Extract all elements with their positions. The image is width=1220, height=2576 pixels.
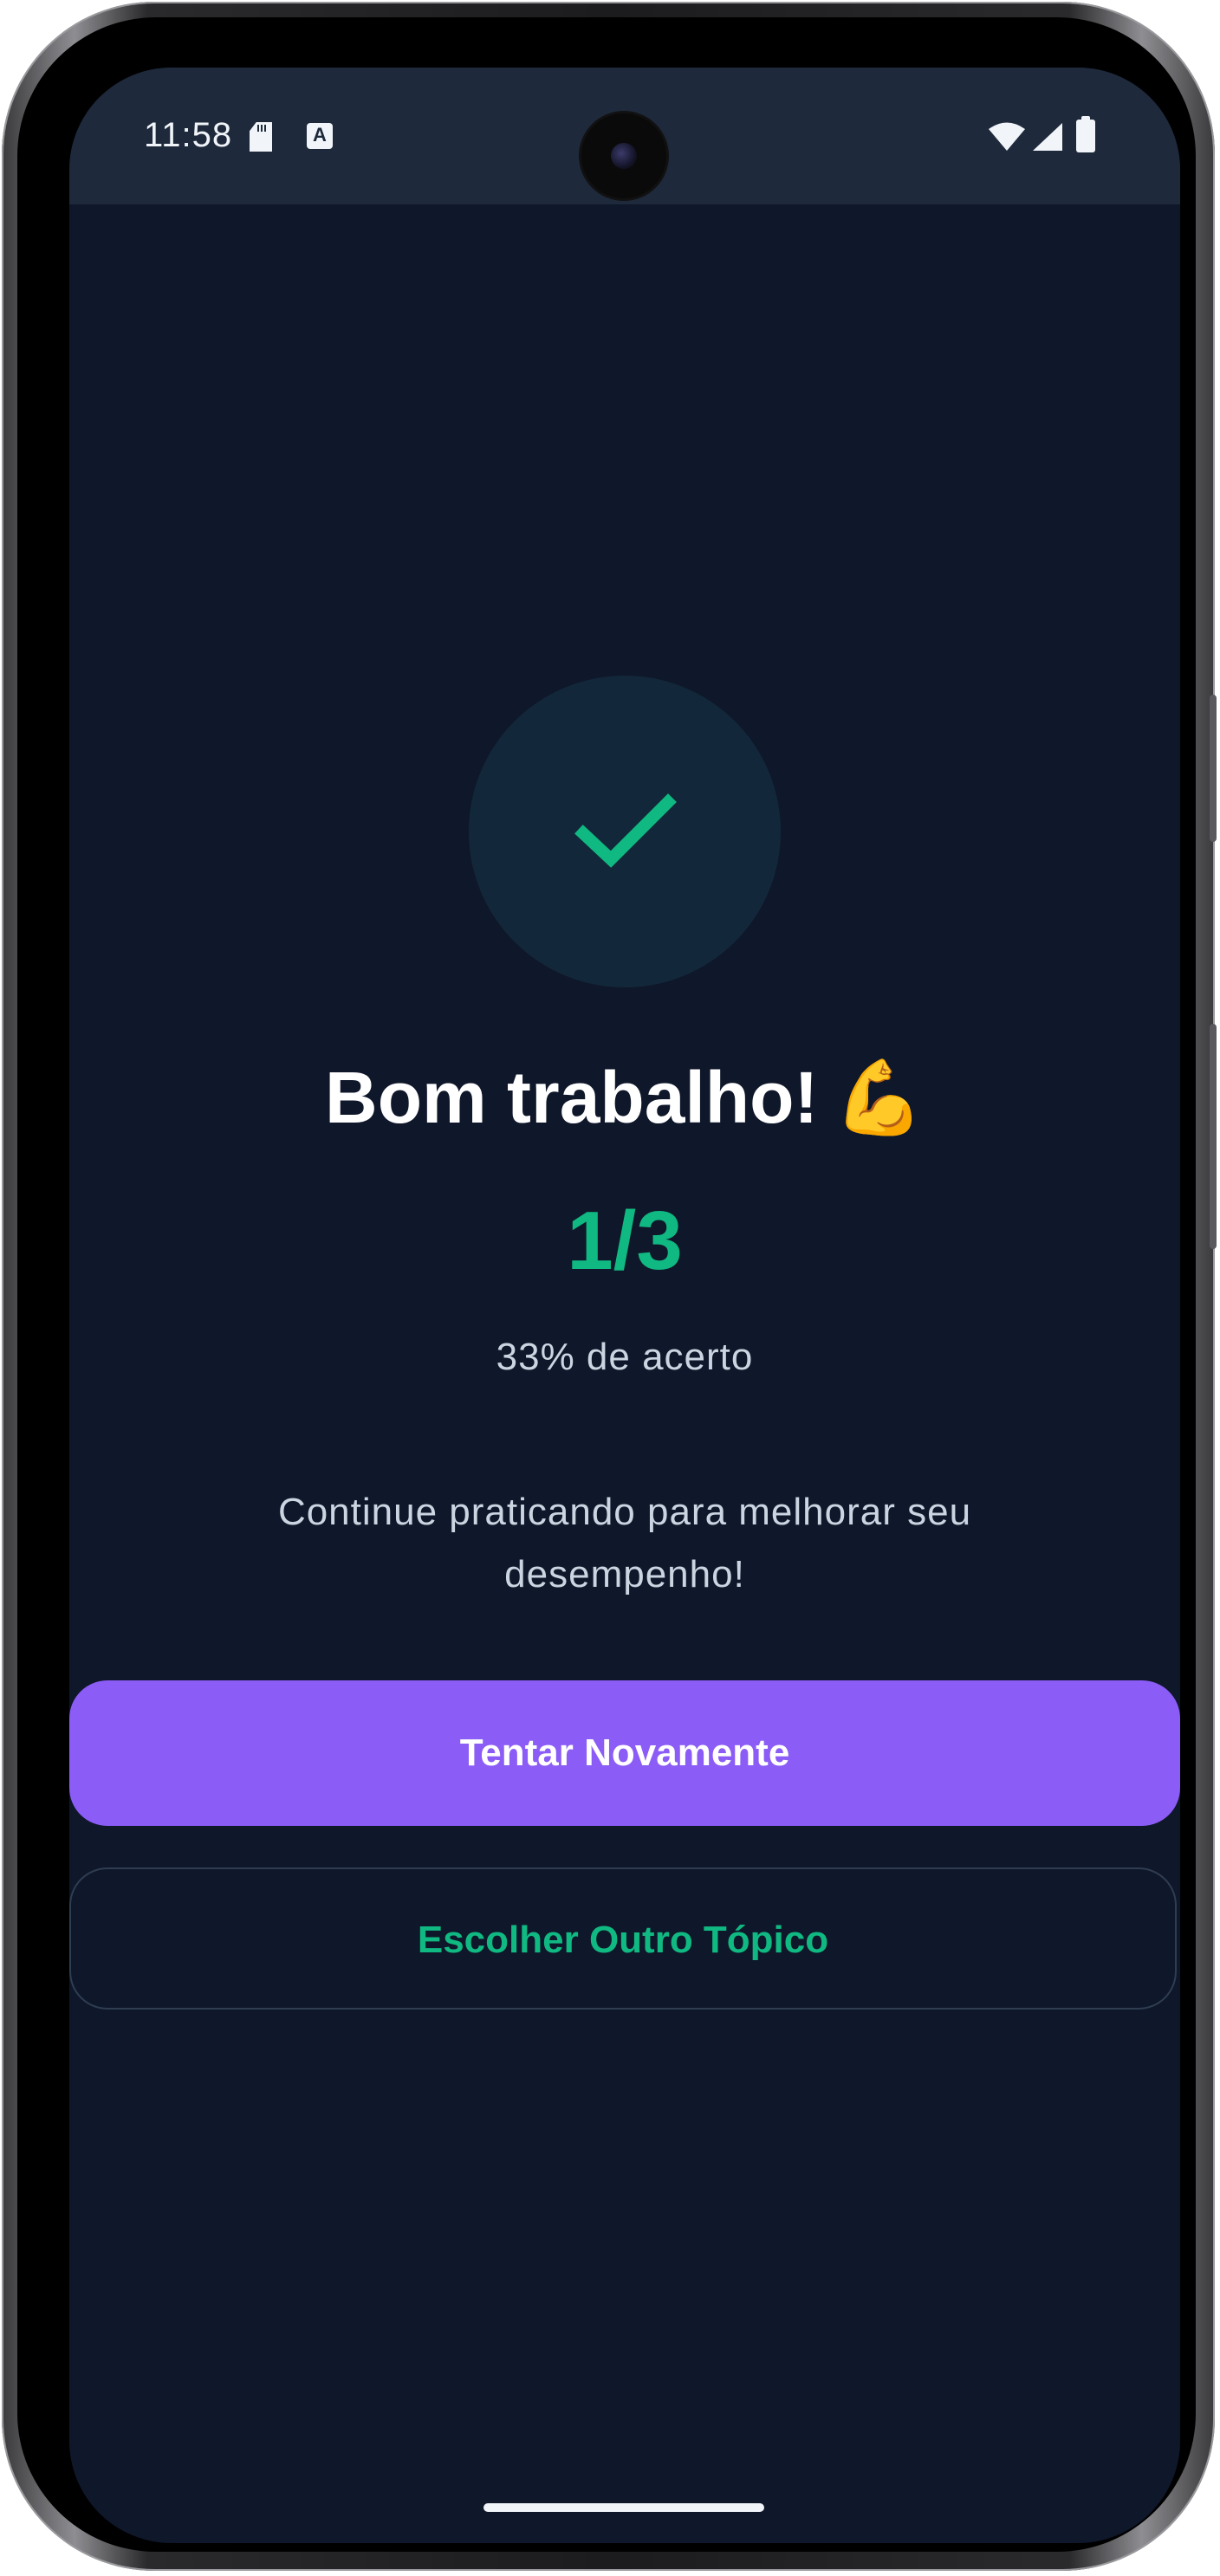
home-indicator[interactable] <box>483 2503 764 2512</box>
front-camera <box>581 113 666 198</box>
result-title: Bom trabalho! 💪 <box>69 1055 1180 1141</box>
power-button <box>1210 1024 1217 1249</box>
sd-card-icon <box>250 122 272 152</box>
choose-other-topic-button[interactable]: Escolher Outro Tópico <box>69 1867 1177 2010</box>
screen: 11:58 A Bom trabalho! 💪 1/3 33% de acert… <box>69 68 1180 2543</box>
phone-frame: 11:58 A Bom trabalho! 💪 1/3 33% de acert… <box>2 2 1217 2571</box>
success-badge <box>469 676 781 987</box>
status-bar: 11:58 A <box>69 68 1180 204</box>
battery-icon <box>1076 116 1095 152</box>
accuracy-percent: 33% de acerto <box>496 1336 754 1378</box>
status-time: 11:58 <box>144 116 233 154</box>
signal-icon <box>1033 123 1062 151</box>
result-title-text: Bom trabalho! <box>325 1057 819 1138</box>
score-value: 1/3 <box>567 1194 683 1287</box>
phone-bezel: 11:58 A Bom trabalho! 💪 1/3 33% de acert… <box>17 17 1196 2552</box>
volume-button <box>1210 695 1217 842</box>
flexed-biceps-emoji: 💪 <box>834 1057 925 1138</box>
retry-button[interactable]: Tentar Novamente <box>69 1680 1180 1826</box>
check-icon <box>574 793 677 868</box>
keyboard-a-icon: A <box>307 123 333 149</box>
wifi-icon <box>989 122 1025 151</box>
encouragement-message: Continue praticando para melhorar seu de… <box>277 1491 972 1595</box>
